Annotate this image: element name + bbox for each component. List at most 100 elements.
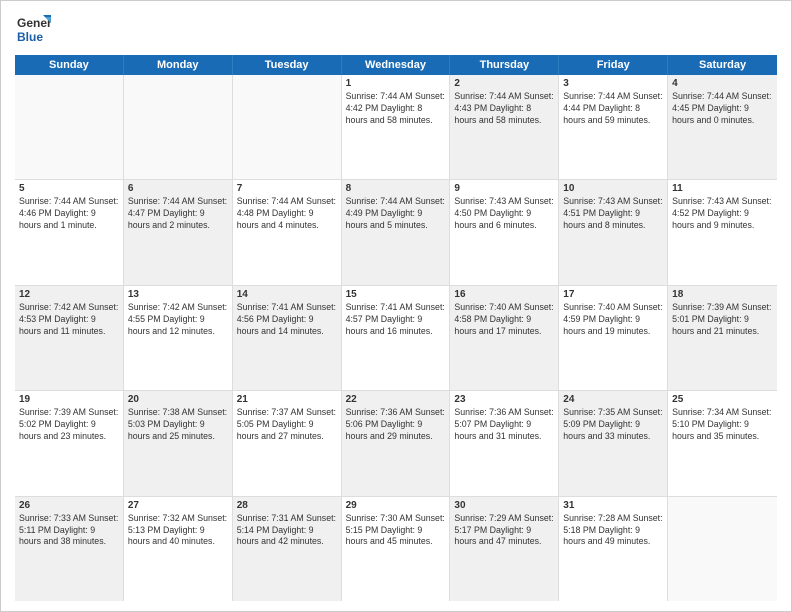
- calendar-cell: 20Sunrise: 7:38 AM Sunset: 5:03 PM Dayli…: [124, 391, 233, 495]
- cell-content: Sunrise: 7:38 AM Sunset: 5:03 PM Dayligh…: [128, 407, 228, 443]
- cell-content: Sunrise: 7:44 AM Sunset: 4:48 PM Dayligh…: [237, 196, 337, 232]
- day-number: 4: [672, 78, 773, 89]
- calendar-cell: 12 Sunrise: 7:42 AM Sunset: 4:53 PM Dayli…: [15, 286, 124, 390]
- calendar-cell: 21 Sunrise: 7:37 AM Sunset: 5:05 PM Dayli…: [233, 391, 342, 495]
- calendar-cell: 4 Sunrise: 7:44 AM Sunset: 4:45 PM Daylig…: [668, 75, 777, 179]
- calendar-cell: 10 Sunrise: 7:43 AM Sunset: 4:51 PM Dayli…: [559, 180, 668, 284]
- cell-content: Sunrise: 7:44 AM Sunset: 4:44 PM Dayligh…: [563, 91, 663, 127]
- day-number: 10: [563, 183, 663, 194]
- calendar-cell: 5 Sunrise: 7:44 AM Sunset: 4:46 PM Daylig…: [15, 180, 124, 284]
- weekday-header: Wednesday: [342, 55, 451, 75]
- day-number: 9: [454, 183, 554, 194]
- calendar-row: 19 Sunrise: 7:39 AM Sunset: 5:02 PM Dayli…: [15, 391, 777, 496]
- day-number: 11: [672, 183, 773, 194]
- calendar-row: 26 Sunrise: 7:33 AM Sunset: 5:11 PM Dayli…: [15, 497, 777, 601]
- logo: General Blue: [15, 11, 51, 47]
- calendar-cell: 27Sunrise: 7:32 AM Sunset: 5:13 PM Dayli…: [124, 497, 233, 601]
- cell-content: Sunrise: 7:39 AM Sunset: 5:02 PM Dayligh…: [19, 407, 119, 443]
- calendar-cell: 18Sunrise: 7:39 AM Sunset: 5:01 PM Dayli…: [668, 286, 777, 390]
- calendar-cell: 29 Sunrise: 7:30 AM Sunset: 5:15 PM Dayli…: [342, 497, 451, 601]
- day-number: 13: [128, 289, 228, 300]
- calendar-body: 1 Sunrise: 7:44 AM Sunset: 4:42 PM Daylig…: [15, 75, 777, 601]
- cell-content: Sunrise: 7:44 AM Sunset: 4:47 PM Dayligh…: [128, 196, 228, 232]
- day-number: 22: [346, 394, 446, 405]
- cell-content: Sunrise: 7:44 AM Sunset: 4:46 PM Dayligh…: [19, 196, 119, 232]
- cell-content: Sunrise: 7:39 AM Sunset: 5:01 PM Dayligh…: [672, 302, 773, 338]
- calendar-row: 5 Sunrise: 7:44 AM Sunset: 4:46 PM Daylig…: [15, 180, 777, 285]
- day-number: 31: [563, 500, 663, 511]
- calendar-cell: 23 Sunrise: 7:36 AM Sunset: 5:07 PM Dayli…: [450, 391, 559, 495]
- calendar-cell: 15 Sunrise: 7:41 AM Sunset: 4:57 PM Dayli…: [342, 286, 451, 390]
- day-number: 26: [19, 500, 119, 511]
- day-number: 21: [237, 394, 337, 405]
- calendar: SundayMondayTuesdayWednesdayThursdayFrid…: [15, 55, 777, 601]
- cell-content: Sunrise: 7:41 AM Sunset: 4:56 PM Dayligh…: [237, 302, 337, 338]
- calendar-cell: 26 Sunrise: 7:33 AM Sunset: 5:11 PM Dayli…: [15, 497, 124, 601]
- day-number: 1: [346, 78, 446, 89]
- day-number: 2: [454, 78, 554, 89]
- header: General Blue: [15, 11, 777, 47]
- calendar-cell: 3 Sunrise: 7:44 AM Sunset: 4:44 PM Daylig…: [559, 75, 668, 179]
- calendar-cell: 11 Sunrise: 7:43 AM Sunset: 4:52 PM Dayli…: [668, 180, 777, 284]
- calendar-cell: 6Sunrise: 7:44 AM Sunset: 4:47 PM Daylig…: [124, 180, 233, 284]
- cell-content: Sunrise: 7:40 AM Sunset: 4:58 PM Dayligh…: [454, 302, 554, 338]
- cell-content: Sunrise: 7:43 AM Sunset: 4:52 PM Dayligh…: [672, 196, 773, 232]
- calendar-cell: 30 Sunrise: 7:29 AM Sunset: 5:17 PM Dayli…: [450, 497, 559, 601]
- weekday-header: Tuesday: [233, 55, 342, 75]
- calendar-cell: [15, 75, 124, 179]
- calendar-cell: 8Sunrise: 7:44 AM Sunset: 4:49 PM Daylig…: [342, 180, 451, 284]
- cell-content: Sunrise: 7:44 AM Sunset: 4:45 PM Dayligh…: [672, 91, 773, 127]
- day-number: 30: [454, 500, 554, 511]
- day-number: 14: [237, 289, 337, 300]
- cell-content: Sunrise: 7:32 AM Sunset: 5:13 PM Dayligh…: [128, 513, 228, 549]
- calendar-cell: 13Sunrise: 7:42 AM Sunset: 4:55 PM Dayli…: [124, 286, 233, 390]
- calendar-cell: 16 Sunrise: 7:40 AM Sunset: 4:58 PM Dayli…: [450, 286, 559, 390]
- svg-text:General: General: [17, 16, 51, 30]
- cell-content: Sunrise: 7:43 AM Sunset: 4:51 PM Dayligh…: [563, 196, 663, 232]
- cell-content: Sunrise: 7:43 AM Sunset: 4:50 PM Dayligh…: [454, 196, 554, 232]
- day-number: 8: [346, 183, 446, 194]
- cell-content: Sunrise: 7:34 AM Sunset: 5:10 PM Dayligh…: [672, 407, 773, 443]
- calendar-cell: 9 Sunrise: 7:43 AM Sunset: 4:50 PM Daylig…: [450, 180, 559, 284]
- day-number: 16: [454, 289, 554, 300]
- cell-content: Sunrise: 7:40 AM Sunset: 4:59 PM Dayligh…: [563, 302, 663, 338]
- calendar-cell: 19 Sunrise: 7:39 AM Sunset: 5:02 PM Dayli…: [15, 391, 124, 495]
- calendar-page: General Blue SundayMondayTuesdayWednesda…: [0, 0, 792, 612]
- calendar-cell: 2 Sunrise: 7:44 AM Sunset: 4:43 PM Daylig…: [450, 75, 559, 179]
- cell-content: Sunrise: 7:30 AM Sunset: 5:15 PM Dayligh…: [346, 513, 446, 549]
- day-number: 28: [237, 500, 337, 511]
- cell-content: Sunrise: 7:37 AM Sunset: 5:05 PM Dayligh…: [237, 407, 337, 443]
- cell-content: Sunrise: 7:29 AM Sunset: 5:17 PM Dayligh…: [454, 513, 554, 549]
- day-number: 12: [19, 289, 119, 300]
- cell-content: Sunrise: 7:44 AM Sunset: 4:42 PM Dayligh…: [346, 91, 446, 127]
- cell-content: Sunrise: 7:42 AM Sunset: 4:53 PM Dayligh…: [19, 302, 119, 338]
- calendar-cell: 17Sunrise: 7:40 AM Sunset: 4:59 PM Dayli…: [559, 286, 668, 390]
- weekday-header: Sunday: [15, 55, 124, 75]
- cell-content: Sunrise: 7:44 AM Sunset: 4:43 PM Dayligh…: [454, 91, 554, 127]
- calendar-row: 12 Sunrise: 7:42 AM Sunset: 4:53 PM Dayli…: [15, 286, 777, 391]
- day-number: 24: [563, 394, 663, 405]
- calendar-cell: 14 Sunrise: 7:41 AM Sunset: 4:56 PM Dayli…: [233, 286, 342, 390]
- day-number: 15: [346, 289, 446, 300]
- calendar-cell: 25Sunrise: 7:34 AM Sunset: 5:10 PM Dayli…: [668, 391, 777, 495]
- calendar-row: 1 Sunrise: 7:44 AM Sunset: 4:42 PM Daylig…: [15, 75, 777, 180]
- cell-content: Sunrise: 7:33 AM Sunset: 5:11 PM Dayligh…: [19, 513, 119, 549]
- calendar-cell: [233, 75, 342, 179]
- calendar-cell: 1 Sunrise: 7:44 AM Sunset: 4:42 PM Daylig…: [342, 75, 451, 179]
- weekday-header: Monday: [124, 55, 233, 75]
- calendar-cell: 22Sunrise: 7:36 AM Sunset: 5:06 PM Dayli…: [342, 391, 451, 495]
- svg-text:Blue: Blue: [17, 30, 43, 44]
- cell-content: Sunrise: 7:36 AM Sunset: 5:07 PM Dayligh…: [454, 407, 554, 443]
- cell-content: Sunrise: 7:41 AM Sunset: 4:57 PM Dayligh…: [346, 302, 446, 338]
- logo-svg: General Blue: [15, 11, 51, 47]
- day-number: 23: [454, 394, 554, 405]
- calendar-cell: 7Sunrise: 7:44 AM Sunset: 4:48 PM Daylig…: [233, 180, 342, 284]
- day-number: 19: [19, 394, 119, 405]
- day-number: 3: [563, 78, 663, 89]
- calendar-cell: 31Sunrise: 7:28 AM Sunset: 5:18 PM Dayli…: [559, 497, 668, 601]
- weekday-header: Thursday: [450, 55, 559, 75]
- day-number: 29: [346, 500, 446, 511]
- calendar-cell: 24Sunrise: 7:35 AM Sunset: 5:09 PM Dayli…: [559, 391, 668, 495]
- day-number: 5: [19, 183, 119, 194]
- calendar-cell: [124, 75, 233, 179]
